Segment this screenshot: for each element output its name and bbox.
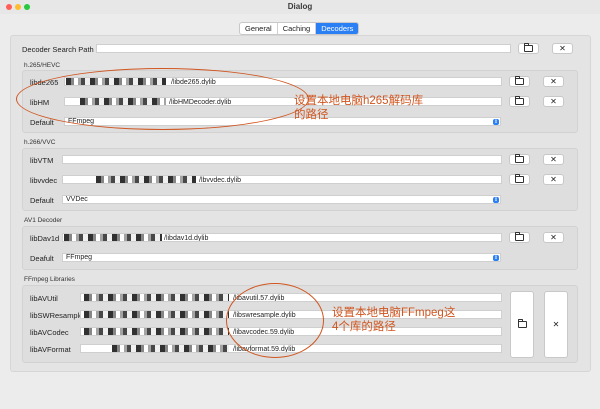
search-path-field[interactable] — [96, 44, 511, 53]
libdav1d-browse-button[interactable] — [509, 232, 530, 243]
annotation-ffmpeg-line1: 设置本地电脑FFmpeg这 — [332, 307, 456, 319]
chevron-up-down-icon: ⇕ — [493, 255, 499, 261]
folder-icon — [515, 154, 524, 164]
hevc-default-label: Default — [30, 118, 54, 127]
libvvdec-clear-button[interactable]: ✕ — [543, 174, 564, 185]
chevron-up-down-icon: ⇕ — [493, 119, 499, 125]
vvc-default-label: Default — [30, 196, 54, 205]
title-bar: Dialog — [0, 0, 600, 14]
window-title: Dialog — [287, 2, 313, 11]
redacted-path — [84, 294, 229, 301]
libvtm-label: libVTM — [30, 156, 54, 165]
av1-section-title: AV1 Decoder — [24, 217, 63, 224]
libvtm-clear-button[interactable]: ✕ — [543, 154, 564, 165]
vvc-section-title: h.266/VVC — [24, 139, 56, 146]
libdav1d-clear-button[interactable]: ✕ — [543, 232, 564, 243]
folder-icon — [515, 232, 524, 242]
hevc-section-title: h.265/HEVC — [24, 62, 61, 69]
ffmpeg-section-title: FFmpeg Libraries — [24, 276, 75, 283]
libdav1d-label: libDav1d — [30, 234, 60, 243]
redacted-path — [84, 311, 229, 318]
libvtm-browse-button[interactable] — [509, 154, 530, 165]
folder-icon — [515, 76, 524, 86]
libvtm-field[interactable] — [62, 155, 502, 164]
av1-default-label: Deafult — [30, 254, 54, 263]
annotation-ellipse-h265 — [16, 68, 309, 130]
libhm-clear-button[interactable]: ✕ — [543, 96, 564, 107]
ffmpeg-browse-button[interactable] — [510, 291, 534, 358]
vvc-default-value: VVDec — [66, 196, 88, 203]
folder-icon — [515, 174, 524, 184]
redacted-path — [64, 234, 162, 241]
redacted-path — [96, 176, 196, 183]
folder-icon — [517, 319, 527, 329]
redacted-path — [112, 345, 229, 352]
folder-icon — [515, 96, 524, 106]
search-path-clear-button[interactable]: ✕ — [552, 43, 573, 54]
libde265-browse-button[interactable] — [509, 76, 530, 87]
folder-icon — [524, 43, 533, 53]
annotation-ffmpeg-line2: 4个库的路径 — [332, 321, 396, 333]
tab-general[interactable]: General — [240, 23, 278, 34]
vvc-default-select[interactable]: VVDec ⇕ — [62, 195, 501, 204]
libavcodec-label: libAVCodec — [30, 328, 69, 337]
search-path-browse-button[interactable] — [518, 43, 539, 54]
libde265-clear-button[interactable]: ✕ — [543, 76, 564, 87]
libavutil-label: libAVUtil — [30, 294, 58, 303]
redacted-path — [84, 328, 229, 335]
libvvdec-label: libvvdec — [30, 176, 58, 185]
search-path-label: Decoder Search Path — [22, 45, 94, 54]
annotation-h265-line2: 的路径 — [294, 109, 329, 121]
tab-caching[interactable]: Caching — [278, 23, 317, 34]
tab-decoders[interactable]: Decoders — [316, 23, 359, 34]
annotation-ellipse-ffmpeg — [226, 283, 324, 358]
libavformat-label: libAVFormat — [30, 345, 71, 354]
chevron-up-down-icon: ⇕ — [493, 197, 499, 203]
tab-bar: General Caching Decoders — [239, 22, 360, 35]
av1-default-select[interactable]: FFmpeg ⇕ — [62, 253, 501, 262]
ffmpeg-clear-button[interactable]: ✕ — [544, 291, 568, 358]
libswresample-label: libSWResample — [30, 311, 84, 320]
libvvdec-browse-button[interactable] — [509, 174, 530, 185]
annotation-h265-line1: 设置本地电脑h265解码库 — [294, 95, 424, 107]
libhm-browse-button[interactable] — [509, 96, 530, 107]
av1-default-value: FFmpeg — [66, 254, 93, 261]
